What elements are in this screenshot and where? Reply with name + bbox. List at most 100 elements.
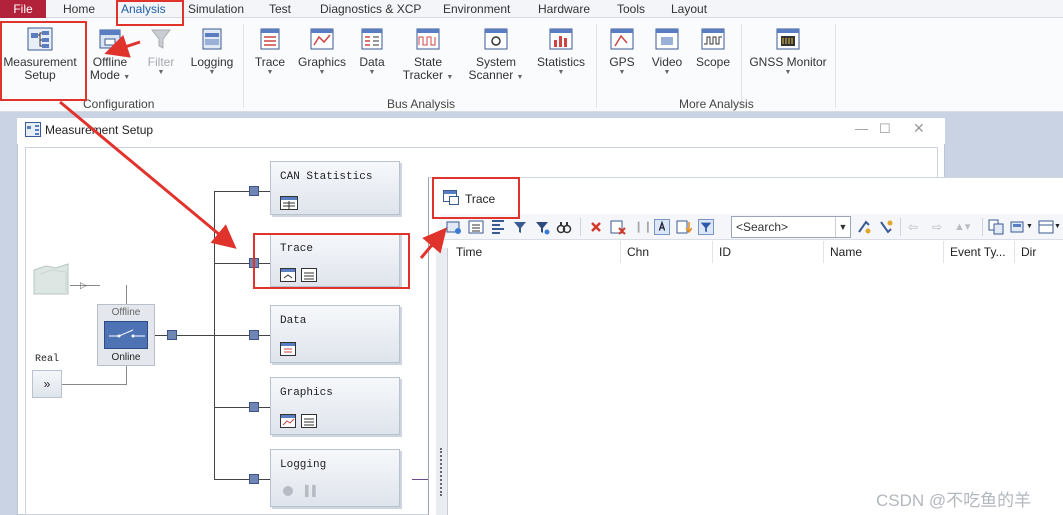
logging-icon	[202, 28, 222, 50]
gnss-monitor-label: GNSS Monitor	[749, 55, 827, 69]
annotation-box-trace-block	[253, 233, 410, 289]
statistics-button[interactable]: Statistics ▼	[535, 25, 587, 77]
maximize-icon[interactable]: ☐	[879, 121, 891, 137]
scroll-icon[interactable]	[676, 219, 692, 235]
export-icon[interactable]	[1010, 219, 1026, 235]
arrow-right-icon[interactable]: ⇨	[932, 219, 948, 235]
menu-simulation[interactable]: Simulation	[188, 1, 244, 18]
gps-button[interactable]: GPS ▼	[604, 25, 640, 77]
video-icon	[655, 28, 679, 50]
clear-icon[interactable]	[610, 219, 626, 235]
offline-mode-icon	[99, 29, 121, 49]
toolbar-separator	[580, 218, 581, 236]
real-label: Real	[35, 354, 60, 365]
add-filter-icon[interactable]	[446, 219, 462, 235]
menu-hardware[interactable]: Hardware	[538, 1, 590, 18]
offline-mode-label-2: Mode	[89, 68, 120, 82]
filter-active-icon[interactable]	[698, 219, 714, 235]
chevron-down-icon: ▼	[318, 69, 326, 76]
graphics-block-title: Graphics	[280, 387, 333, 399]
minimize-icon[interactable]: —	[855, 121, 868, 136]
arrow-left-icon[interactable]: ⇦	[908, 219, 924, 235]
video-label: Video	[651, 55, 683, 69]
column-header-event-type[interactable]: Event Ty...	[944, 241, 1015, 263]
graphics-block[interactable]: Graphics	[270, 377, 400, 435]
real-source-block[interactable]: »	[32, 370, 62, 398]
graphics-label: Graphics	[297, 55, 347, 69]
find-next-icon[interactable]	[878, 219, 894, 235]
gps-label: GPS	[609, 55, 635, 69]
menu-tools[interactable]: Tools	[617, 1, 645, 18]
logging-button[interactable]: Logging ▼	[188, 25, 236, 77]
block-port[interactable]	[167, 330, 177, 340]
layout-icon[interactable]	[1038, 219, 1054, 235]
can-statistics-block-title: CAN Statistics	[280, 171, 373, 183]
system-scanner-button[interactable]: System Scanner ▼	[466, 25, 526, 82]
expand-icon[interactable]	[490, 219, 506, 235]
menu-environment[interactable]: Environment	[443, 1, 510, 18]
offline-mode-button[interactable]: Offline Mode ▼	[88, 25, 132, 82]
graphics-button[interactable]: Graphics ▼	[296, 25, 348, 77]
logging-block[interactable]: Logging ▌▌	[270, 449, 400, 507]
chevron-down-icon: ▼	[618, 69, 626, 76]
block-port[interactable]	[249, 402, 259, 412]
block-port[interactable]	[249, 474, 259, 484]
trace-button[interactable]: Trace ▼	[250, 25, 290, 77]
column-header-chn[interactable]: Chn	[621, 241, 713, 263]
video-button[interactable]: Video ▼	[648, 25, 686, 77]
close-icon[interactable]: ✕	[913, 120, 925, 137]
menu-home[interactable]: Home	[63, 1, 95, 18]
trace-label: Trace	[254, 55, 286, 69]
state-tracker-button[interactable]: State Tracker ▼	[400, 25, 456, 82]
connector-line	[214, 479, 270, 480]
column-header-time[interactable]: Time	[450, 241, 621, 263]
columns-icon[interactable]	[468, 219, 484, 235]
column-header-name[interactable]: Name	[824, 241, 944, 263]
connector-line	[214, 407, 270, 408]
block-port[interactable]	[249, 186, 259, 196]
gnss-monitor-button[interactable]: GNSS Monitor ▼	[748, 25, 828, 77]
measurement-setup-window-icon	[25, 122, 41, 137]
statistics-icon	[280, 196, 298, 210]
column-header-id[interactable]: ID	[713, 241, 824, 263]
offline-label: Offline	[111, 307, 141, 318]
toolbar-separator	[900, 218, 901, 236]
filter-down-icon[interactable]	[512, 219, 528, 235]
find-previous-icon[interactable]	[856, 219, 872, 235]
data-block[interactable]: Data	[270, 305, 400, 363]
time-mode-icon[interactable]	[654, 219, 670, 235]
menu-test[interactable]: Test	[269, 1, 291, 18]
block-port[interactable]	[249, 330, 259, 340]
annotation-box-measurement-setup	[0, 21, 87, 101]
delete-icon[interactable]	[588, 219, 604, 235]
chevron-down-icon[interactable]: ▼	[1054, 219, 1063, 235]
scope-icon	[701, 28, 725, 50]
chevron-down-icon: ▼	[446, 74, 454, 81]
copy-icon[interactable]	[988, 219, 1004, 235]
pause-icon[interactable]: ❙❙	[634, 219, 652, 235]
menu-file[interactable]: File	[0, 0, 46, 18]
logging-block-title: Logging	[280, 459, 327, 471]
offline-source-icon[interactable]	[32, 262, 72, 298]
can-statistics-block[interactable]: CAN Statistics	[270, 161, 400, 215]
search-input[interactable]: <Search>	[731, 216, 851, 238]
scope-button[interactable]: Scope	[694, 25, 732, 69]
trace-window-splitter[interactable]	[436, 248, 448, 515]
filter-button[interactable]: Filter ▼	[142, 25, 180, 77]
annotation-box-analysis	[116, 0, 184, 26]
measurement-setup-titlebar[interactable]: Measurement Setup — ☐ ✕	[17, 118, 945, 144]
measurement-setup-title: Measurement Setup	[45, 123, 154, 137]
find-icon[interactable]	[556, 219, 572, 235]
connector-line	[214, 335, 270, 336]
filter-up-icon[interactable]	[534, 219, 550, 235]
system-scanner-label-1: System	[475, 55, 516, 69]
trace-icon	[260, 28, 280, 50]
menu-layout[interactable]: Layout	[671, 1, 707, 18]
ribbon-group-separator	[835, 24, 836, 108]
menu-diagnostics[interactable]: Diagnostics & XCP	[320, 1, 421, 18]
marker-icon[interactable]: ▲▾	[954, 219, 980, 235]
online-offline-switch[interactable]: Offline Online	[97, 304, 155, 366]
chevron-down-icon[interactable]: ▼	[835, 217, 850, 237]
data-button[interactable]: Data ▼	[354, 25, 390, 77]
column-header-dir[interactable]: Dir	[1015, 241, 1063, 263]
